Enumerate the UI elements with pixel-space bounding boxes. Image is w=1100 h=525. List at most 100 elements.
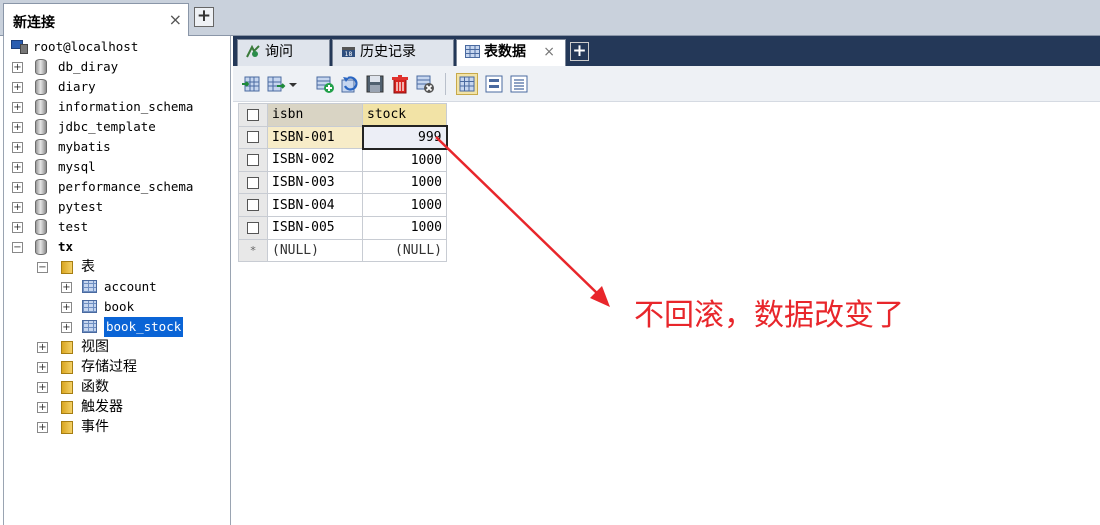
close-icon[interactable]: ×	[543, 40, 555, 65]
tree-table-account[interactable]: + account	[4, 277, 230, 297]
discard-changes-icon[interactable]	[415, 74, 435, 94]
chevron-down-icon[interactable]	[287, 74, 299, 94]
row-checkbox[interactable]	[238, 193, 268, 217]
tree-folder-0[interactable]: + 视图	[4, 337, 230, 357]
svg-text:18: 18	[345, 51, 353, 58]
collapse-icon[interactable]: −	[12, 242, 23, 253]
annotation-text: 不回滚，数据改变了	[634, 298, 904, 333]
tree-folder-1[interactable]: + 存储过程	[4, 357, 230, 377]
close-icon[interactable]: ×	[169, 10, 182, 29]
table-row[interactable]: ISBN-004 1000	[238, 193, 447, 217]
column-header-stock[interactable]: stock	[362, 103, 447, 127]
folder-icon	[61, 261, 73, 274]
row-checkbox[interactable]	[238, 125, 268, 150]
form-view-icon[interactable]	[484, 74, 504, 94]
tree-db-mybatis[interactable]: + mybatis	[4, 137, 230, 157]
expand-icon[interactable]: +	[12, 202, 23, 213]
import-icon[interactable]	[241, 74, 261, 94]
cell-isbn[interactable]: ISBN-001	[267, 125, 363, 150]
tab-query[interactable]: 询问	[237, 39, 330, 66]
tree-folder-2[interactable]: + 函数	[4, 377, 230, 397]
expand-icon[interactable]: +	[61, 282, 72, 293]
refresh-icon[interactable]	[340, 74, 360, 94]
tree-db-db_diray[interactable]: + db_diray	[4, 57, 230, 77]
add-row-icon[interactable]	[315, 74, 335, 94]
expand-icon[interactable]: +	[61, 322, 72, 333]
tree-db-pytest[interactable]: + pytest	[4, 197, 230, 217]
add-connection-button[interactable]: +	[194, 7, 214, 27]
tree-db-performance_schema[interactable]: + performance_schema	[4, 177, 230, 197]
new-row[interactable]: * (NULL) (NULL)	[238, 238, 447, 263]
cell-isbn[interactable]: ISBN-003	[267, 170, 363, 195]
expand-icon[interactable]: +	[12, 182, 23, 193]
expand-icon[interactable]: +	[37, 402, 48, 413]
tree-folder-3[interactable]: + 触发器	[4, 397, 230, 417]
tree-db-label: test	[58, 219, 89, 234]
cell-stock[interactable]: 1000	[362, 148, 447, 172]
tree-table-label: account	[104, 279, 157, 294]
table-row[interactable]: ISBN-003 1000	[238, 170, 447, 195]
expand-icon[interactable]: +	[37, 342, 48, 353]
tree-table-book_stock[interactable]: + book_stock	[4, 317, 230, 337]
tab-history[interactable]: 18 历史记录	[332, 39, 454, 66]
connection-tab[interactable]: 新连接 ×	[3, 3, 189, 36]
expand-icon[interactable]: +	[12, 102, 23, 113]
table-row[interactable]: ISBN-002 1000	[238, 148, 447, 172]
cell-stock[interactable]: (NULL)	[362, 238, 447, 263]
cell-isbn[interactable]: ISBN-002	[267, 148, 363, 172]
tree-root-host[interactable]: root@localhost	[4, 37, 230, 57]
table-row[interactable]: ISBN-001 999	[238, 125, 448, 150]
tree-folder-label: 事件	[81, 419, 109, 435]
table-icon	[82, 300, 97, 313]
collapse-icon[interactable]: −	[37, 262, 48, 273]
tree-table-book[interactable]: + book	[4, 297, 230, 317]
cell-isbn[interactable]: ISBN-004	[267, 193, 363, 217]
grid-header-row: isbn stock	[238, 103, 447, 127]
row-checkbox[interactable]	[238, 170, 268, 195]
table-row[interactable]: ISBN-005 1000	[238, 215, 447, 240]
cell-stock[interactable]: 1000	[362, 170, 447, 195]
select-all-checkbox[interactable]	[238, 103, 268, 127]
tree-db-test[interactable]: + test	[4, 217, 230, 237]
cell-stock[interactable]: 1000	[362, 215, 447, 240]
expand-icon[interactable]: +	[12, 82, 23, 93]
cell-stock[interactable]: 999	[361, 125, 448, 150]
tree-db-jdbc_template[interactable]: + jdbc_template	[4, 117, 230, 137]
cell-isbn[interactable]: ISBN-005	[267, 215, 363, 240]
expand-icon[interactable]: +	[37, 362, 48, 373]
tree-db-label: mysql	[58, 159, 96, 174]
expand-icon[interactable]: +	[37, 422, 48, 433]
folder-icon	[61, 361, 73, 374]
row-checkbox[interactable]	[238, 215, 268, 240]
text-view-icon[interactable]	[509, 74, 529, 94]
tree-db-label: tx	[58, 239, 74, 254]
tree-db-tx[interactable]: − tx	[4, 237, 230, 257]
save-icon[interactable]	[365, 74, 385, 94]
tree-folder-4[interactable]: + 事件	[4, 417, 230, 437]
cell-isbn[interactable]: (NULL)	[267, 238, 363, 263]
expand-icon[interactable]: +	[37, 382, 48, 393]
tree-db-information_schema[interactable]: + information_schema	[4, 97, 230, 117]
connection-tab-label: 新连接	[13, 15, 55, 31]
add-tab-button[interactable]: +	[570, 42, 589, 61]
row-checkbox[interactable]	[238, 148, 268, 172]
tab-table-data[interactable]: 表数据 ×	[456, 39, 566, 66]
column-header-isbn[interactable]: isbn	[267, 103, 363, 127]
tree-db-diary[interactable]: + diary	[4, 77, 230, 97]
tab-history-label: 历史记录	[360, 44, 416, 60]
expand-icon[interactable]: +	[12, 162, 23, 173]
grid-view-icon[interactable]	[456, 73, 478, 95]
delete-icon[interactable]	[390, 74, 410, 94]
cell-stock[interactable]: 1000	[362, 193, 447, 217]
tree-db-label: information_schema	[58, 99, 194, 114]
expand-icon[interactable]: +	[61, 302, 72, 313]
expand-icon[interactable]: +	[12, 222, 23, 233]
export-icon[interactable]	[266, 74, 286, 94]
table-data-grid: isbn stock ISBN-001 999 ISBN-002 1000 ISBN-0…	[238, 103, 448, 263]
tab-table-data-label: 表数据	[484, 44, 526, 60]
tree-folder-tables[interactable]: − 表	[4, 257, 230, 277]
expand-icon[interactable]: +	[12, 142, 23, 153]
tree-db-mysql[interactable]: + mysql	[4, 157, 230, 177]
expand-icon[interactable]: +	[12, 62, 23, 73]
expand-icon[interactable]: +	[12, 122, 23, 133]
